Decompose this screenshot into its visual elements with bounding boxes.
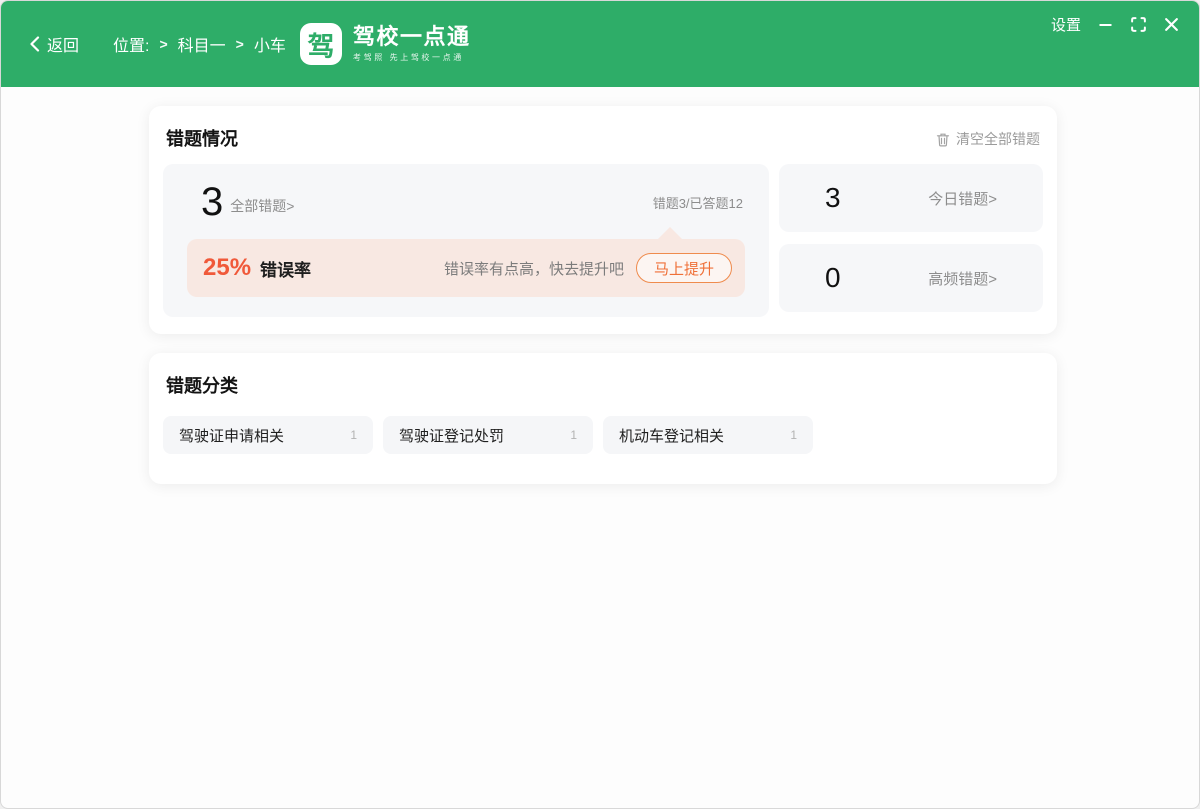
category-count: 1 — [570, 428, 577, 442]
breadcrumb-separator: > — [159, 36, 167, 52]
improve-now-button[interactable]: 马上提升 — [636, 253, 732, 283]
category-label: 机动车登记相关 — [619, 425, 724, 446]
window-controls: 设置 — [1051, 14, 1179, 35]
categories-title: 错题分类 — [166, 375, 238, 397]
logo-badge-icon: 驾 — [300, 23, 342, 65]
category-count: 1 — [350, 428, 357, 442]
settings-button[interactable]: 设置 — [1051, 14, 1081, 35]
error-rate-label: 错误率 — [260, 256, 311, 281]
breadcrumb-separator: > — [236, 36, 244, 52]
app-window: 返回 位置: > 科目一 > 小车 驾 驾校一点通 考驾照 先上驾校一点通 设置 — [0, 0, 1200, 809]
category-tag[interactable]: 驾驶证登记处罚 1 — [383, 416, 593, 454]
categories-card: 错题分类 驾驶证申请相关 1 驾驶证登记处罚 1 机动车登记相关 1 — [149, 353, 1057, 484]
app-title: 驾校一点通 — [353, 26, 471, 48]
app-tagline: 考驾照 先上驾校一点通 — [353, 52, 471, 63]
breadcrumb-item-subject: 科目一 — [178, 32, 226, 56]
error-rate-banner: 25% 错误率 错误率有点高，快去提升吧 马上提升 — [187, 239, 745, 297]
total-wrong-value: 3 — [201, 182, 223, 222]
breadcrumb: 位置: > 科目一 > 小车 — [113, 32, 286, 56]
maximize-button[interactable] — [1130, 16, 1147, 33]
breadcrumb-label: 位置: — [113, 32, 149, 56]
today-wrong-label: 今日错题> — [928, 188, 997, 209]
total-wrong-panel[interactable]: 3 全部错题> 错题3/已答题12 25% 错误率 错误率有点高，快去提升吧 马… — [163, 164, 769, 317]
category-label: 驾驶证申请相关 — [179, 425, 284, 446]
trash-icon — [936, 132, 950, 147]
category-tag[interactable]: 机动车登记相关 1 — [603, 416, 813, 454]
close-icon — [1164, 17, 1179, 32]
maximize-icon — [1130, 16, 1147, 33]
category-label: 驾驶证登记处罚 — [399, 425, 504, 446]
clear-all-wrong-button[interactable]: 清空全部错题 — [936, 129, 1040, 149]
clear-all-wrong-label: 清空全部错题 — [956, 129, 1040, 149]
category-tags: 驾驶证申请相关 1 驾驶证登记处罚 1 机动车登记相关 1 — [149, 416, 1057, 454]
total-wrong-label[interactable]: 全部错题> — [230, 196, 294, 216]
error-rate-value: 25% — [203, 254, 251, 282]
breadcrumb-item-vehicle: 小车 — [254, 32, 286, 56]
back-button[interactable]: 返回 — [29, 32, 79, 56]
close-button[interactable] — [1164, 17, 1179, 32]
minimize-button[interactable] — [1098, 17, 1113, 32]
today-wrong-panel[interactable]: 3 今日错题> — [779, 164, 1043, 232]
logo-text: 驾校一点通 考驾照 先上驾校一点通 — [353, 26, 471, 63]
answered-summary: 错题3/已答题12 — [653, 193, 743, 212]
frequent-wrong-label: 高频错题> — [928, 268, 997, 289]
wrong-overview-title: 错题情况 — [166, 128, 238, 150]
category-tag[interactable]: 驾驶证申请相关 1 — [163, 416, 373, 454]
category-count: 1 — [790, 428, 797, 442]
error-rate-message: 错误率有点高，快去提升吧 — [444, 258, 624, 279]
minimize-icon — [1098, 17, 1113, 32]
titlebar: 返回 位置: > 科目一 > 小车 驾 驾校一点通 考驾照 先上驾校一点通 设置 — [1, 1, 1199, 87]
today-wrong-value: 3 — [825, 182, 841, 214]
chevron-left-icon — [29, 36, 40, 52]
wrong-overview-card: 错题情况 清空全部错题 3 全部错题> 错题3/已答题12 — [149, 106, 1057, 334]
back-label: 返回 — [47, 32, 79, 56]
frequent-wrong-panel[interactable]: 0 高频错题> — [779, 244, 1043, 312]
frequent-wrong-value: 0 — [825, 262, 841, 294]
app-logo: 驾 驾校一点通 考驾照 先上驾校一点通 — [300, 1, 471, 87]
logo-glyph: 驾 — [308, 25, 335, 64]
